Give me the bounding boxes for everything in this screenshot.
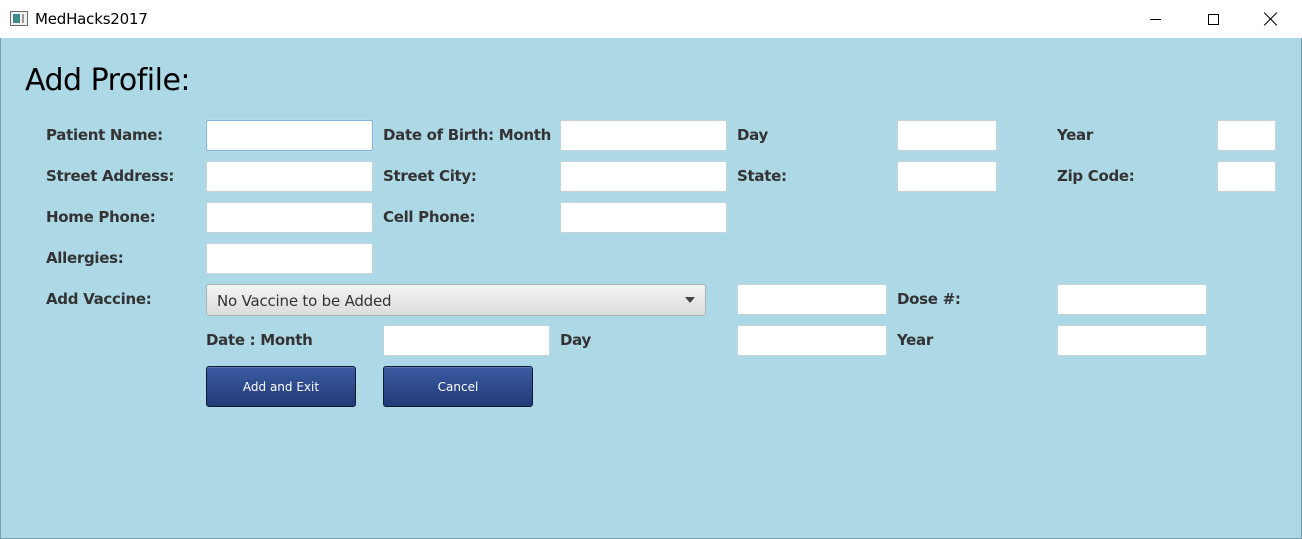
close-icon: [1264, 12, 1278, 26]
dob-day-field[interactable]: [897, 120, 997, 151]
dose-label: Dose #:: [897, 290, 961, 308]
maximize-button[interactable]: [1184, 0, 1242, 38]
chevron-down-icon: [685, 297, 695, 303]
dob-month-label: Date of Birth: Month: [383, 126, 551, 144]
dob-day-label: Day: [737, 126, 768, 144]
vaccine-extra-field[interactable]: [737, 284, 887, 315]
title-bar: MedHacks2017: [0, 0, 1302, 38]
dob-year-label: Year: [1057, 126, 1093, 144]
zip-code-field[interactable]: [1217, 161, 1276, 192]
vaccine-date-year-label: Year: [897, 331, 933, 349]
minimize-button[interactable]: [1126, 0, 1184, 38]
minimize-icon: [1149, 18, 1161, 20]
close-button[interactable]: [1242, 0, 1300, 38]
zip-code-label: Zip Code:: [1057, 167, 1135, 185]
cell-phone-field[interactable]: [560, 202, 727, 233]
vaccine-select-value: No Vaccine to be Added: [217, 292, 392, 310]
street-address-field[interactable]: [206, 161, 373, 192]
dob-month-field[interactable]: [560, 120, 727, 151]
app-window-icon: [10, 11, 28, 26]
state-label: State:: [737, 167, 787, 185]
street-address-label: Street Address:: [46, 167, 175, 185]
add-and-exit-button[interactable]: Add and Exit: [206, 366, 356, 407]
allergies-field[interactable]: [206, 243, 373, 274]
vaccine-date-month-label: Date : Month: [206, 331, 313, 349]
vaccine-date-month-field[interactable]: [383, 325, 550, 356]
add-vaccine-label: Add Vaccine:: [46, 290, 152, 308]
street-city-label: Street City:: [383, 167, 477, 185]
vaccine-date-day-field[interactable]: [737, 325, 887, 356]
patient-name-label: Patient Name:: [46, 126, 163, 144]
street-city-field[interactable]: [560, 161, 727, 192]
vaccine-date-day-label: Day: [560, 331, 591, 349]
home-phone-label: Home Phone:: [46, 208, 156, 226]
maximize-icon: [1207, 13, 1219, 25]
state-field[interactable]: [897, 161, 997, 192]
vaccine-select[interactable]: No Vaccine to be Added: [206, 284, 706, 316]
page-title: Add Profile:: [25, 63, 191, 98]
home-phone-field[interactable]: [206, 202, 373, 233]
cancel-button[interactable]: Cancel: [383, 366, 533, 407]
dob-year-field[interactable]: [1217, 120, 1276, 151]
vaccine-date-year-field[interactable]: [1057, 325, 1207, 356]
dose-field[interactable]: [1057, 284, 1207, 315]
cell-phone-label: Cell Phone:: [383, 208, 476, 226]
window-title: MedHacks2017: [35, 10, 148, 28]
allergies-label: Allergies:: [46, 249, 124, 267]
patient-name-field[interactable]: [206, 120, 373, 151]
